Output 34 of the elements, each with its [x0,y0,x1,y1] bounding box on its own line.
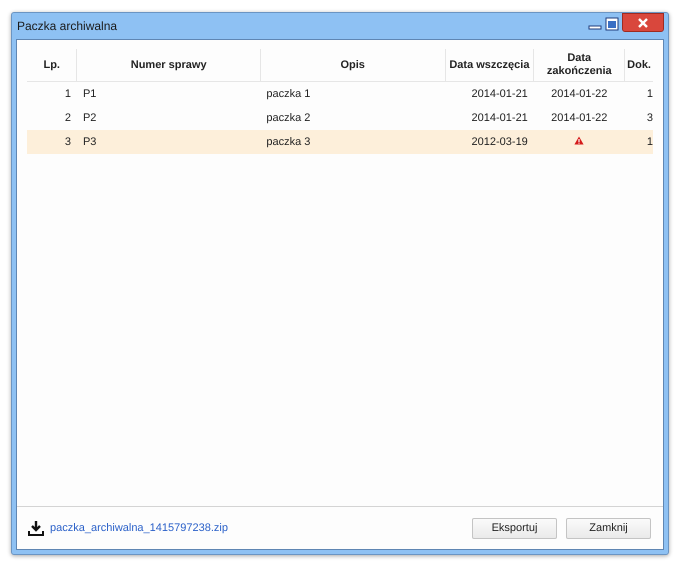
column-header[interactable]: Data wszczęcia [448,58,532,72]
column-header[interactable]: Opis [262,58,442,72]
column-header[interactable]: Numer sprawy [79,58,258,72]
export-button[interactable]: Eksportuj [472,518,557,538]
table-cell: paczka 3 [266,136,310,148]
window-title: Paczka archiwalna [17,19,118,33]
download-link[interactable]: paczka_archiwalna_1415797238.zip [50,522,228,534]
maximize-icon[interactable] [605,17,619,31]
table-cell: 2014-01-21 [472,88,528,100]
close-button[interactable] [622,13,664,32]
table-cell: 3 [64,136,71,148]
table-cell: paczka 2 [266,112,310,124]
table-row[interactable]: 3 P3 paczka 3 2012-03-19 1 [27,130,653,154]
close-icon [637,18,649,28]
table-row[interactable]: 1 P1 paczka 1 2014-01-21 2014-01-22 1 [27,82,653,106]
column-header[interactable]: Data zakończenia [536,52,622,78]
table-row[interactable]: 2 P2 paczka 2 2014-01-21 2014-01-22 3 [27,106,653,130]
table-cell: P3 [82,136,96,148]
table-cell: 1 [646,136,653,148]
table-cell: 3 [646,112,653,124]
table-cell: P2 [82,112,96,124]
close-dialog-button[interactable]: Zamknij [566,518,651,538]
table-cell: 1 [646,88,653,100]
table-cell: P1 [82,88,96,100]
table-cell: 1 [64,88,71,100]
table-cell: 2014-01-22 [551,88,608,100]
column-header[interactable]: Dok. [627,58,651,72]
table-cell: 2012-03-19 [472,136,528,148]
table-cell: 2014-01-21 [472,112,528,124]
column-header[interactable]: Lp. [29,58,74,72]
download-icon [28,520,44,536]
table-cell: 2 [64,112,71,124]
table-cell: paczka 1 [266,88,310,100]
table-cell: 2014-01-22 [551,112,608,124]
